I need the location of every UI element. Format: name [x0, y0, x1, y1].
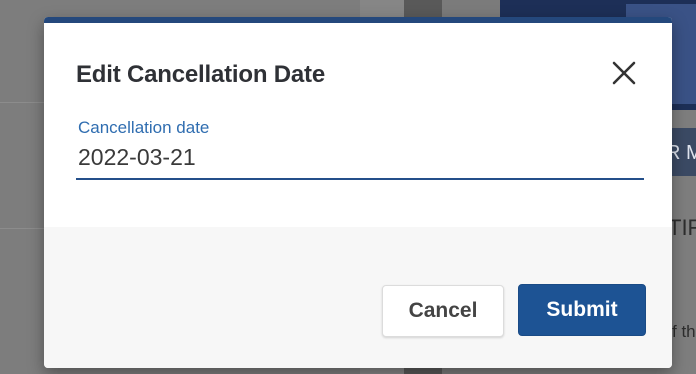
input-underline — [76, 178, 644, 180]
cancellation-date-field: Cancellation date — [76, 113, 644, 183]
cancellation-date-input[interactable] — [76, 137, 644, 177]
dialog-header: Edit Cancellation Date — [44, 23, 672, 109]
background-text: TIF — [668, 215, 696, 240]
edit-cancellation-date-dialog: Edit Cancellation Date Cancellation date… — [44, 17, 672, 368]
dialog-title: Edit Cancellation Date — [76, 61, 325, 88]
close-button[interactable] — [602, 51, 646, 95]
close-icon — [612, 61, 636, 85]
cancel-button[interactable]: Cancel — [382, 285, 504, 337]
submit-button[interactable]: Submit — [518, 284, 646, 336]
dialog-footer: Cancel Submit — [44, 227, 672, 368]
cancellation-date-label: Cancellation date — [78, 118, 210, 137]
background-text: f th — [672, 322, 696, 341]
